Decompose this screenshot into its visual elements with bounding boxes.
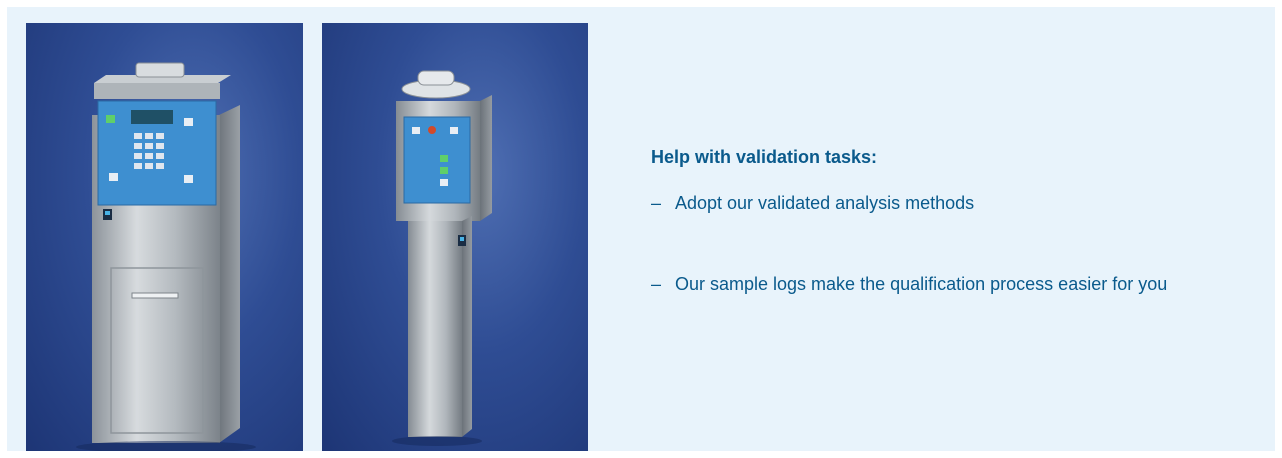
product-photo-keypad-sampler	[26, 23, 303, 451]
list-item: – Our sample logs make the qualification…	[651, 271, 1185, 298]
list-bullet: –	[651, 274, 662, 294]
list-item-text: Adopt our validated analysis methods	[675, 193, 975, 213]
section-heading: Help with validation tasks:	[651, 147, 878, 167]
list-item-text: Our sample logs make the qualification p…	[675, 274, 1168, 294]
list-bullet: –	[651, 193, 662, 213]
content-panel: Help with validation tasks: – Adopt our …	[7, 7, 1275, 451]
list-item: – Adopt our validated analysis methods	[651, 190, 1185, 217]
product-photo-column-sampler	[322, 23, 588, 451]
